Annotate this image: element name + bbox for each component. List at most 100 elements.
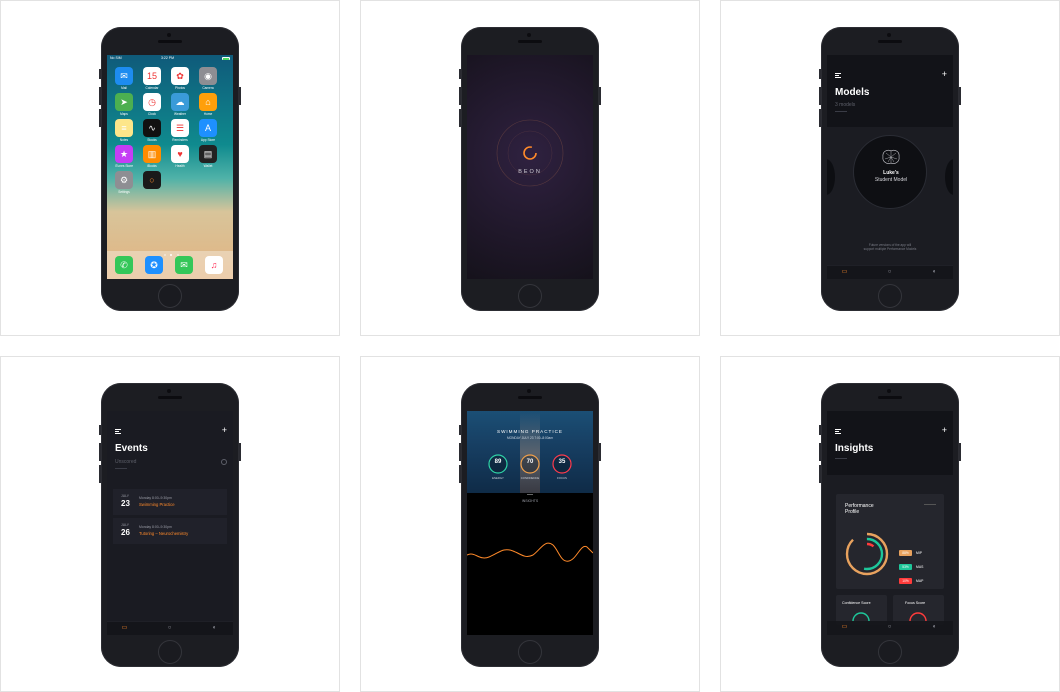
app-icon-app-store[interactable]: A <box>199 119 217 137</box>
app-icon-mail[interactable]: ✉ <box>115 67 133 85</box>
brain-tab-icon[interactable]: ◐ <box>211 625 218 632</box>
app-icon-clock[interactable]: ◷ <box>143 93 161 111</box>
app-icon-wallet[interactable]: ▤ <box>199 145 217 163</box>
calendar-tab-icon[interactable]: ▭ <box>841 269 848 276</box>
practice-screen: SWIMMING PRACTICE MONDAY JULY 23 7:00–8:… <box>467 411 593 635</box>
app-label: App Store <box>200 138 216 142</box>
tab-bar: ▭ ○ ◐ <box>827 265 953 279</box>
app-icon-reminders[interactable]: ☰ <box>171 119 189 137</box>
score-value: 70 <box>526 459 534 465</box>
calendar-tab-icon[interactable]: ▭ <box>121 625 128 632</box>
dock-icon-phone[interactable]: ✆ <box>115 256 133 274</box>
event-subtitle: MONDAY JULY 23 7:00–8:00am <box>506 436 553 440</box>
calendar-tab-icon[interactable]: ▭ <box>841 624 848 631</box>
circle-tab-icon[interactable]: ○ <box>166 625 173 632</box>
brain-tab-icon[interactable]: ◐ <box>931 269 938 276</box>
model-card[interactable]: Luke's Student Model <box>853 135 927 209</box>
app-icon-settings[interactable]: ⚙ <box>115 171 133 189</box>
insights-section-label: INSIGHTS <box>521 499 539 503</box>
app-icon-stocks[interactable]: ∿ <box>143 119 161 137</box>
dock: ✆ ✪ ✉ ♫ <box>107 251 233 279</box>
circle-tab-icon[interactable]: ○ <box>886 269 893 276</box>
brain-tab-icon[interactable]: ◐ <box>931 624 938 631</box>
divider <box>835 111 847 112</box>
menu-icon[interactable] <box>115 429 121 434</box>
event-name: Swimming Practice <box>139 502 175 507</box>
insights-wave-chart <box>467 542 593 562</box>
add-icon[interactable]: + <box>942 425 947 435</box>
page-title: Insights <box>835 443 874 454</box>
app-icon-ibooks[interactable]: ▥ <box>143 145 161 163</box>
add-icon[interactable]: + <box>222 425 227 435</box>
panel-insights: + Insights Performance Profile 88% MIP 53%… <box>720 356 1060 692</box>
battery-icon <box>222 57 230 60</box>
score-ring-energy[interactable]: 89 ENERGY <box>487 453 509 483</box>
filter-label[interactable]: Unscored <box>115 459 136 465</box>
home-button[interactable] <box>158 640 182 664</box>
app-label: Camera <box>202 86 214 90</box>
event-month: JULY <box>121 523 130 527</box>
score-ring-focus[interactable]: 35 FOCUS <box>551 453 573 483</box>
next-model-card[interactable] <box>945 159 953 195</box>
panel-practice: SWIMMING PRACTICE MONDAY JULY 23 7:00–8:… <box>360 356 700 692</box>
app-icon-calendar[interactable]: 15 <box>143 67 161 85</box>
app-icon-camera[interactable]: ◉ <box>199 67 217 85</box>
app-icon-maps[interactable]: ➤ <box>115 93 133 111</box>
phone-frame: BEON <box>459 27 601 311</box>
menu-icon[interactable] <box>835 73 841 78</box>
circle-tab-icon[interactable]: ○ <box>886 624 893 631</box>
brand-name: BEON <box>518 169 542 175</box>
app-label: Photos <box>175 86 185 90</box>
prev-model-card[interactable] <box>827 159 835 195</box>
app-label: Notes <box>119 138 129 142</box>
app-label: Maps <box>120 112 128 116</box>
performance-profile-card[interactable]: Performance Profile 88% MIP 53% MAS 10% MAP <box>836 494 944 589</box>
panel-home-screen: No SIM 3:22 PM ✉ Mail 15 Calendar ✿ Photos ◉ Ca… <box>0 0 340 336</box>
app-icon-weather[interactable]: ☁ <box>171 93 189 111</box>
drag-handle[interactable] <box>527 494 533 495</box>
app-label: Mail <box>121 86 127 90</box>
dock-icon-messages[interactable]: ✉ <box>175 256 193 274</box>
camera <box>167 33 171 37</box>
app-icon-photos[interactable]: ✿ <box>171 67 189 85</box>
app-icon-notes[interactable]: ≡ <box>115 119 133 137</box>
score-ring-confidence[interactable]: 70 CONFIDENCE <box>519 453 541 483</box>
app-label: Weather <box>174 112 186 116</box>
panel-splash: BEON <box>360 0 700 336</box>
speaker <box>158 40 182 43</box>
dock-icon-music[interactable]: ♫ <box>205 256 223 274</box>
app-icon-health[interactable]: ♥ <box>171 145 189 163</box>
home-button[interactable] <box>158 284 182 308</box>
phone-frame: + Events Unscored JULY 23 Monday 8:00–9:30… <box>99 383 241 667</box>
home-button[interactable] <box>878 640 902 664</box>
event-row[interactable]: JULY 26 Monday 8:00–9:30pm Tutoring – Neuro… <box>113 518 227 544</box>
score-value: 89 <box>494 459 502 465</box>
insights-screen: + Insights Performance Profile 88% MIP 53%… <box>827 411 953 635</box>
app-icon-itunes-store[interactable]: ★ <box>115 145 133 163</box>
divider <box>835 458 847 459</box>
tab-bar: ▭ ○ ◐ <box>107 621 233 635</box>
score-label: CONFIDENCE <box>520 476 540 480</box>
menu-icon[interactable] <box>835 429 841 434</box>
home-button[interactable] <box>518 284 542 308</box>
legend-item: 53% MAS <box>899 555 939 570</box>
page-title: Events <box>115 443 148 454</box>
divider <box>115 468 127 469</box>
phone-frame: No SIM 3:22 PM ✉ Mail 15 Calendar ✿ Photos ◉ Ca… <box>99 27 241 311</box>
dock-icon-safari[interactable]: ✪ <box>145 256 163 274</box>
models-count: 3 models <box>835 102 856 108</box>
add-icon[interactable]: + <box>942 69 947 79</box>
phone-frame: SWIMMING PRACTICE MONDAY JULY 23 7:00–8:… <box>459 383 601 667</box>
home-button[interactable] <box>878 284 902 308</box>
event-row[interactable]: JULY 23 Monday 8:00–9:30pm Swimming Practic… <box>113 489 227 515</box>
score-value: 35 <box>558 459 566 465</box>
home-button[interactable] <box>518 640 542 664</box>
legend-label: MAP <box>916 579 924 583</box>
app-icon-home[interactable]: ⌂ <box>199 93 217 111</box>
event-name: Tutoring – Neurochemistry <box>139 531 189 536</box>
filter-toggle-icon[interactable] <box>221 459 227 465</box>
app-icon-beon[interactable]: ○ <box>143 171 161 189</box>
legend-item: 88% MIP <box>899 541 939 556</box>
score-label: FOCUS <box>557 476 567 480</box>
app-label: Calendar <box>145 86 159 90</box>
